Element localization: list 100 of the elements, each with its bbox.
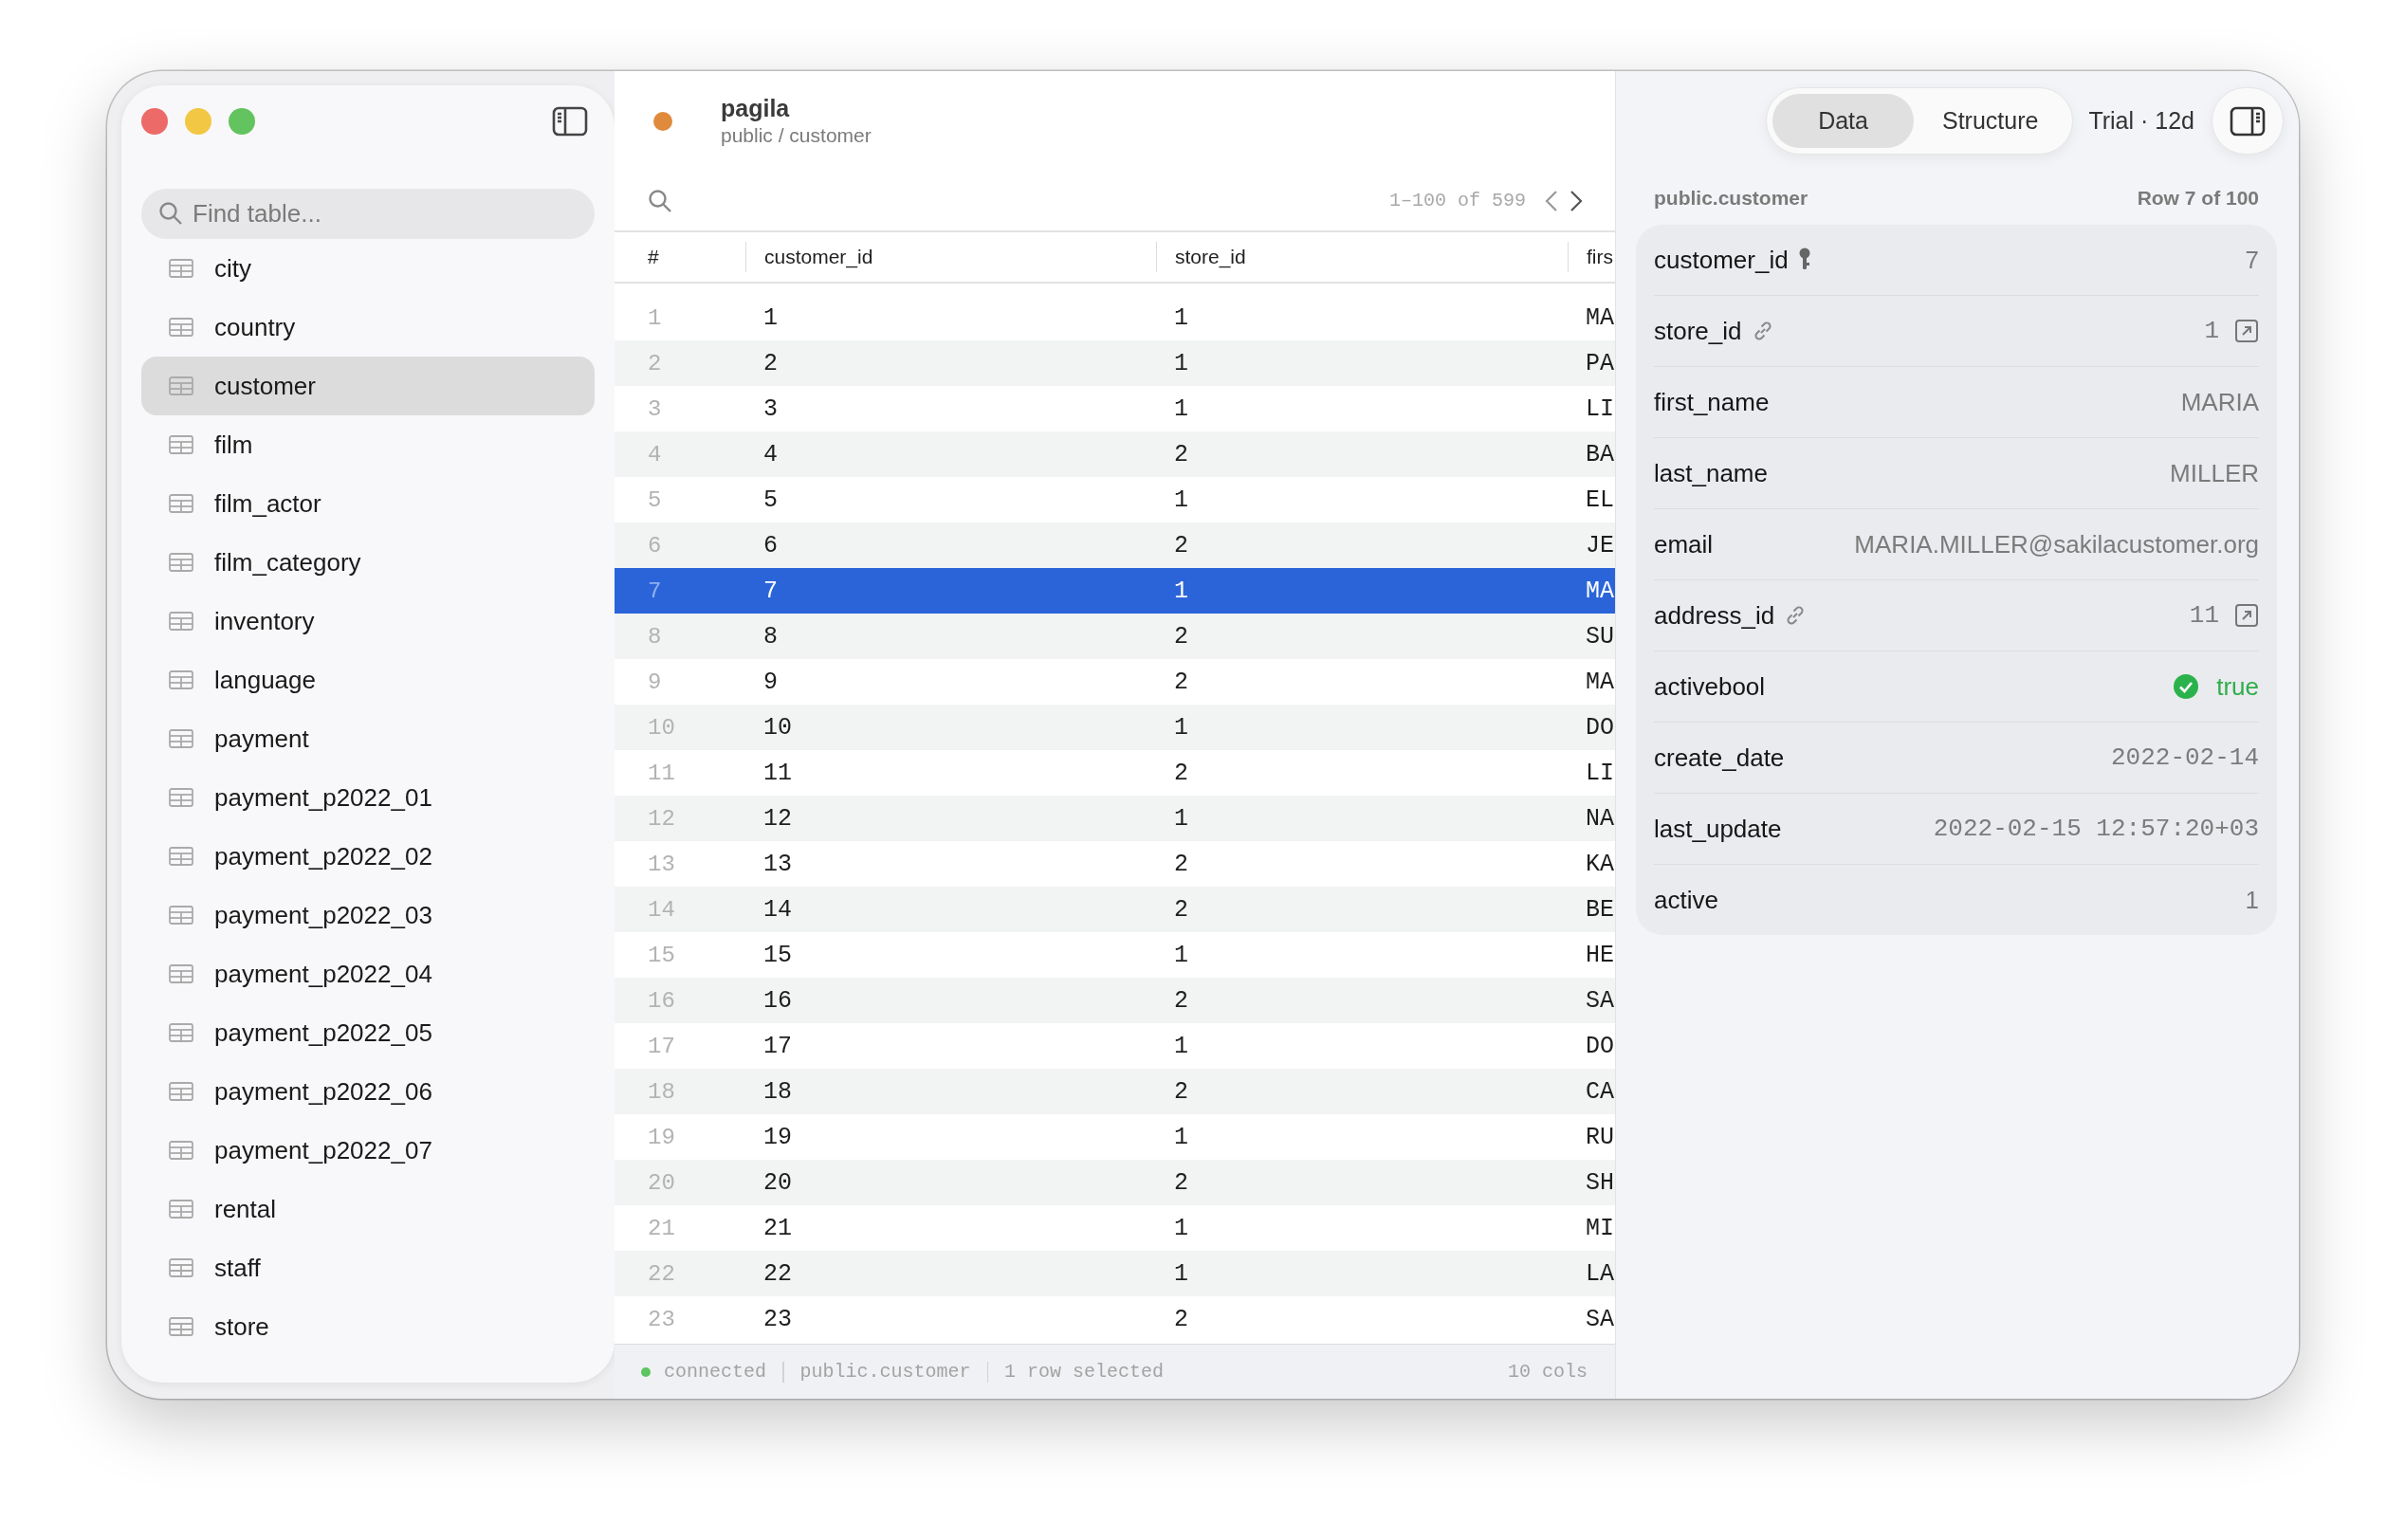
table-list-item[interactable]: payment_p2022_06	[141, 1062, 595, 1121]
table-cell-text: 1	[1173, 349, 1189, 377]
table-list-item[interactable]: payment_p2022_07	[141, 1121, 595, 1180]
row-number: 17	[647, 1033, 676, 1059]
row-number: 12	[647, 805, 676, 832]
table-list-item[interactable]: film_actor	[141, 474, 595, 533]
table-row[interactable]: 5 5 1 EL	[615, 477, 1615, 522]
table-row[interactable]: 13 13 2 KA	[615, 841, 1615, 887]
table-row[interactable]: 12 12 1 NA	[615, 796, 1615, 841]
table-row[interactable]: 15 15 1 HE	[615, 932, 1615, 978]
table-list-item[interactable]: language	[141, 651, 595, 709]
table-row[interactable]: 6 6 2 JE	[615, 522, 1615, 568]
row-position: Row 7 of 100	[2137, 187, 2259, 211]
column-header[interactable]: customer_id	[764, 246, 873, 268]
table-cell-text: 2	[1173, 531, 1189, 559]
table-cell-text: BA	[1585, 440, 1615, 468]
column-count: 10 cols	[1508, 1361, 1588, 1383]
pagination-label: 1–100 of 599	[1388, 190, 1526, 211]
field-name: address_id	[1654, 600, 1775, 631]
table-list-item[interactable]: payment_p2022_02	[141, 827, 595, 886]
table-row[interactable]: 7 7 1 MA	[615, 568, 1615, 614]
table-cell-text: 1	[1173, 303, 1189, 332]
table-row[interactable]: 11 11 2 LI	[615, 750, 1615, 796]
row-number: 11	[647, 760, 676, 786]
table-row[interactable]: 14 14 2 BE	[615, 887, 1615, 932]
table-row[interactable]: 2 2 1 PA	[615, 340, 1615, 386]
status-text: 1 row selected	[1004, 1361, 1165, 1383]
column-header[interactable]: firs	[1587, 246, 1613, 268]
field-value: 1	[2245, 885, 2259, 915]
field-name: last_update	[1654, 814, 1782, 844]
table-list-item[interactable]: inventory	[141, 592, 595, 651]
field-name: activebool	[1654, 671, 1766, 702]
table-cell-text: PA	[1585, 349, 1615, 377]
row-number: 21	[647, 1215, 676, 1241]
row-number: 6	[647, 532, 663, 559]
table-cell-text: 1	[1173, 1214, 1189, 1242]
table-cell-text: EL	[1585, 486, 1615, 514]
table-cell-text: 2	[1173, 1168, 1189, 1197]
table-cell-text: LI	[1585, 759, 1615, 787]
table-list-item[interactable]: staff	[141, 1238, 595, 1297]
view-tab[interactable]: Structure	[1913, 94, 2067, 148]
table-cell-text: MA	[1585, 577, 1615, 605]
table-list-item[interactable]: customer	[141, 357, 595, 415]
table-row[interactable]: 22 22 1 LA	[615, 1251, 1615, 1296]
column-header[interactable]: #	[648, 246, 659, 268]
row-number: 2	[647, 350, 663, 376]
table-row[interactable]: 19 19 1 RU	[615, 1114, 1615, 1160]
table-row[interactable]: 3 3 1 LI	[615, 386, 1615, 431]
table-cell-text: 1	[1173, 1032, 1189, 1060]
table-list-item[interactable]: payment	[141, 709, 595, 768]
table-row[interactable]: 18 18 2 CA	[615, 1069, 1615, 1114]
table-list-item[interactable]: film_category	[141, 533, 595, 592]
trial-label: Trial · 12d	[2088, 107, 2194, 135]
table-row[interactable]: 9 9 2 MA	[615, 659, 1615, 705]
row-number: 14	[647, 896, 676, 923]
field-value: 7	[2245, 245, 2259, 275]
table-list-item[interactable]: payment_p2022_01	[141, 768, 595, 827]
row-number: 22	[647, 1260, 676, 1287]
table-cell-text: SA	[1585, 1305, 1615, 1333]
table-cell-text: 2	[1173, 440, 1189, 468]
row-number: 10	[647, 714, 676, 741]
table-cell-text: SA	[1585, 986, 1615, 1015]
table-cell-text: LI	[1585, 394, 1615, 423]
table-cell-text: 1	[1173, 577, 1189, 605]
table-cell-text: KA	[1585, 850, 1615, 878]
table-list-item[interactable]: country	[141, 298, 595, 357]
view-tab[interactable]: Data	[1772, 94, 1914, 148]
table-row[interactable]: 16 16 2 SA	[615, 978, 1615, 1023]
table-cell-text: 2	[1173, 850, 1189, 878]
table-list-item[interactable]: payment_p2022_03	[141, 886, 595, 944]
table-row[interactable]: 20 20 2 SH	[615, 1160, 1615, 1205]
table-list-item[interactable]: payment_p2022_05	[141, 1003, 595, 1062]
table-cell-text: RU	[1585, 1123, 1615, 1151]
column-header[interactable]: store_id	[1175, 246, 1246, 268]
table-cell-text: LA	[1585, 1259, 1615, 1288]
table-row[interactable]: 23 23 2 SA	[615, 1296, 1615, 1342]
table-cell-text: DO	[1585, 713, 1615, 742]
table-row[interactable]: 10 10 1 DO	[615, 705, 1615, 750]
table-list-item[interactable]: rental	[141, 1180, 595, 1238]
field-name: store_id	[1654, 316, 1742, 346]
table-row[interactable]: 8 8 2 SU	[615, 614, 1615, 659]
table-list-item[interactable]: city	[141, 239, 595, 298]
table-list-item[interactable]: store	[141, 1297, 595, 1356]
search-field[interactable]: Find table...	[141, 189, 595, 239]
field-value: 2022-02-14	[2110, 743, 2259, 772]
table-row[interactable]: 1 1 1 MA	[615, 295, 1615, 340]
field-name: last_name	[1654, 458, 1768, 488]
field-value: MARIA.MILLER@sakilacustomer.org	[1854, 529, 2259, 559]
table-list-item[interactable]: payment_p2022_04	[141, 944, 595, 1003]
row-number: 13	[647, 851, 676, 877]
row-number: 1	[647, 304, 663, 331]
table-cell-text: 19	[762, 1123, 793, 1151]
table-list-item[interactable]: film	[141, 415, 595, 474]
table-row[interactable]: 17 17 1 DO	[615, 1023, 1615, 1069]
field-value: MILLER	[2170, 458, 2259, 488]
row-number: 19	[647, 1124, 676, 1150]
table-row[interactable]: 4 4 2 BA	[615, 431, 1615, 477]
table-cell-text: 1	[1173, 394, 1189, 423]
table-cell-text: 2	[1173, 986, 1189, 1015]
table-row[interactable]: 21 21 1 MI	[615, 1205, 1615, 1251]
